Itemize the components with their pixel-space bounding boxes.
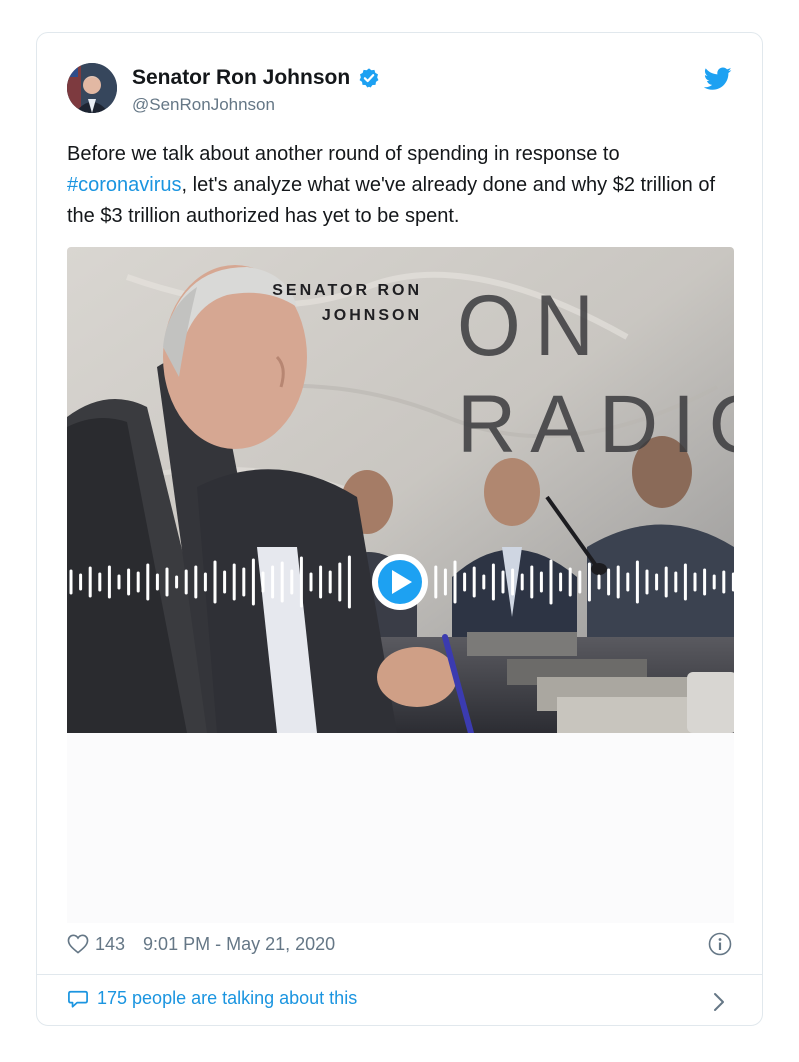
tweet-card: Senator Ron Johnson @SenRonJohnson Befor… <box>36 32 763 1026</box>
media-preview[interactable]: SENATOR RON JOHNSON ON RADIO <box>67 247 734 733</box>
chevron-right-icon[interactable] <box>712 991 726 1013</box>
tweet-text-part: Before we talk about another round of sp… <box>67 143 620 165</box>
verified-badge-icon <box>359 68 379 88</box>
author-handle[interactable]: @SenRonJohnson <box>132 95 275 115</box>
heart-icon[interactable] <box>67 934 89 954</box>
tweet-text: Before we talk about another round of sp… <box>67 139 737 232</box>
info-icon[interactable] <box>708 932 732 956</box>
like-count[interactable]: 143 <box>95 934 125 955</box>
media-blank-area <box>67 733 734 923</box>
media-title-line2: RADIO <box>457 379 734 470</box>
divider <box>37 974 762 975</box>
media-title-line1: ON <box>457 277 608 373</box>
tweet-meta: 143 9:01 PM - May 21, 2020 <box>67 931 335 957</box>
media-image: SENATOR RON JOHNSON ON RADIO <box>67 247 734 733</box>
media-kicker-line2: JOHNSON <box>322 307 422 324</box>
conversation-link[interactable]: 175 people are talking about this <box>67 988 357 1009</box>
author-name[interactable]: Senator Ron Johnson <box>132 66 350 90</box>
avatar[interactable] <box>67 63 117 113</box>
media-kicker-line1: SENATOR RON <box>272 282 422 299</box>
twitter-bird-icon[interactable] <box>704 67 732 91</box>
avatar-image <box>67 63 117 113</box>
hashtag-link[interactable]: #coronavirus <box>67 174 182 196</box>
conversation-text: 175 people are talking about this <box>97 988 358 1008</box>
timestamp[interactable]: 9:01 PM - May 21, 2020 <box>143 934 335 955</box>
speech-bubble-icon <box>68 990 88 1008</box>
play-icon <box>372 554 428 610</box>
